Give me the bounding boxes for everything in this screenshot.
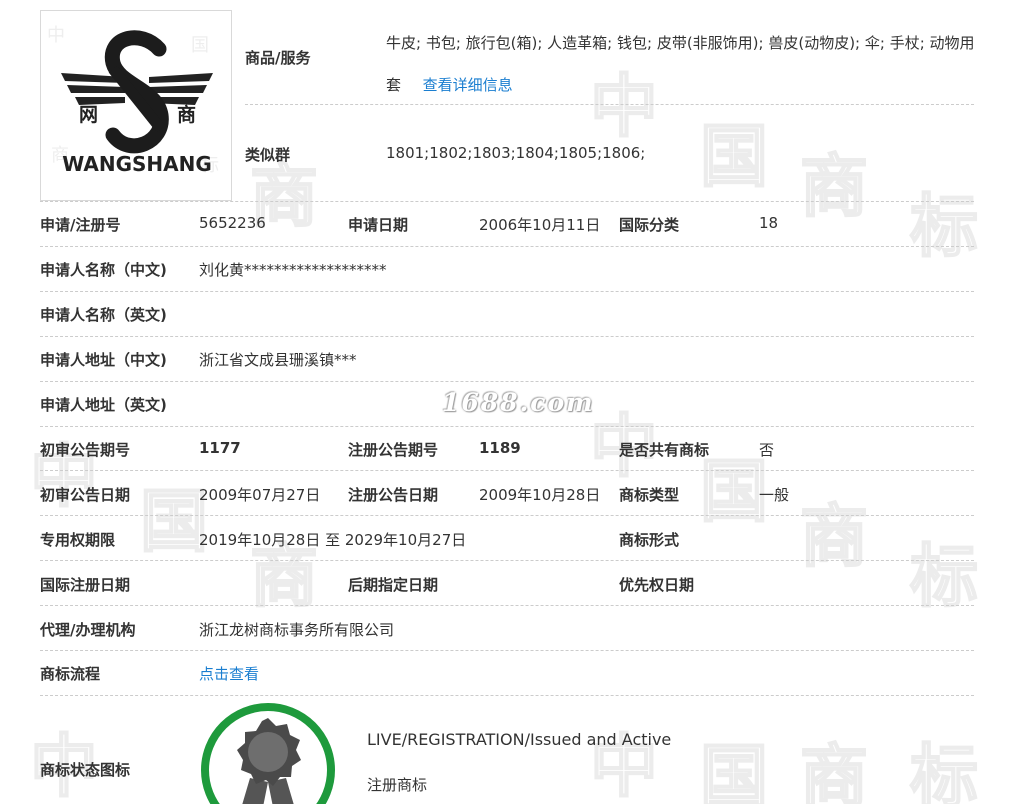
exclusive-period-label: 专用权期限 (40, 531, 116, 549)
prelim-date-label: 初审公告日期 (40, 486, 131, 504)
status-cn: 注册商标 (367, 776, 428, 794)
watermark-char: 标 (910, 188, 978, 267)
svg-text:国: 国 (191, 35, 209, 56)
prelim-issue-label: 初审公告期号 (40, 441, 131, 459)
divider (40, 695, 974, 696)
similar-group-label: 类似群 (245, 146, 291, 164)
apply-date-label: 申请日期 (348, 216, 409, 234)
divider (40, 470, 974, 471)
tm-type-label: 商标类型 (619, 486, 680, 504)
process-label: 商标流程 (40, 665, 101, 683)
intl-reg-date-label: 国际注册日期 (40, 576, 131, 594)
similar-group-value: 1801;1802;1803;1804;1805;1806; (386, 144, 646, 162)
divider (40, 515, 974, 516)
watermark-char: 国 (700, 453, 768, 532)
process-link[interactable]: 点击查看 (199, 663, 259, 684)
status-badge (200, 700, 336, 804)
watermark-char: 商 (800, 148, 868, 227)
divider (40, 605, 974, 606)
applicant-cn-label: 申请人名称（中文) (40, 261, 167, 279)
divider (40, 201, 974, 202)
intl-class-value: 18 (759, 214, 779, 232)
svg-text:中: 中 (47, 25, 65, 46)
logo-char-right: 商 (177, 103, 196, 126)
divider (245, 104, 974, 105)
watermark-char: 商 (800, 738, 868, 804)
divider (40, 246, 974, 247)
address-cn-label: 申请人地址（中文) (40, 351, 167, 369)
registered-ribbon-icon (201, 703, 335, 804)
address-en-label: 申请人地址（英文) (40, 396, 167, 414)
divider (40, 560, 974, 561)
status-en: LIVE/REGISTRATION/Issued and Active (367, 730, 672, 749)
shared-value: 否 (759, 441, 775, 459)
apply-date-value: 2006年10月11日 (479, 216, 601, 234)
tm-type-value: 一般 (759, 486, 790, 504)
tm-form-label: 商标形式 (619, 531, 680, 549)
reg-issue-label: 注册公告期号 (348, 441, 439, 459)
status-label: 商标状态图标 (40, 761, 131, 779)
divider (40, 291, 974, 292)
watermark-char: 标 (910, 738, 978, 804)
watermark-char: 国 (140, 483, 208, 562)
logo-char-left: 网 (79, 104, 98, 126)
prelim-date-value: 2009年07月27日 (199, 486, 321, 504)
watermark-char: 商 (800, 498, 868, 577)
shared-label: 是否共有商标 (619, 441, 710, 459)
divider (40, 650, 974, 651)
reg-date-label: 注册公告日期 (348, 486, 439, 504)
intl-class-label: 国际分类 (619, 216, 680, 234)
reg-no-label: 申请/注册号 (40, 216, 121, 234)
agent-value: 浙江龙树商标事务所有限公司 (199, 621, 395, 639)
trademark-logo: 中国 商标 网 商 WANGSHANG (40, 10, 232, 201)
watermark-char: 国 (700, 118, 768, 197)
reg-issue-value: 1189 (479, 439, 521, 457)
later-designation-label: 后期指定日期 (348, 576, 439, 594)
reg-date-value: 2009年10月28日 (479, 486, 601, 504)
prelim-issue-value: 1177 (199, 439, 241, 457)
divider (40, 381, 974, 382)
agent-label: 代理/办理机构 (40, 621, 136, 639)
priority-date-label: 优先权日期 (619, 576, 695, 594)
address-cn-value: 浙江省文成县珊溪镇*** (199, 351, 357, 369)
exclusive-period-value: 2019年10月28日 至 2029年10月27日 (199, 531, 467, 549)
applicant-en-label: 申请人名称（英文) (40, 306, 167, 324)
applicant-cn-value: 刘化黄******************* (199, 261, 387, 279)
divider (40, 336, 974, 337)
logo-wordmark: WANGSHANG (62, 152, 212, 176)
reg-no-value: 5652236 (199, 214, 266, 232)
watermark-char: 国 (700, 738, 768, 804)
goods-value: 牛皮; 书包; 旅行包(箱); 人造革箱; 钱包; 皮带(非服饰用); 兽皮(动… (386, 22, 976, 106)
divider (40, 426, 974, 427)
goods-label: 商品/服务 (245, 49, 311, 67)
view-details-link[interactable]: 查看详细信息 (423, 76, 513, 94)
site-watermark: 1688.com (442, 388, 595, 417)
logo-image: 中国 商标 网 商 WANGSHANG (47, 25, 219, 176)
